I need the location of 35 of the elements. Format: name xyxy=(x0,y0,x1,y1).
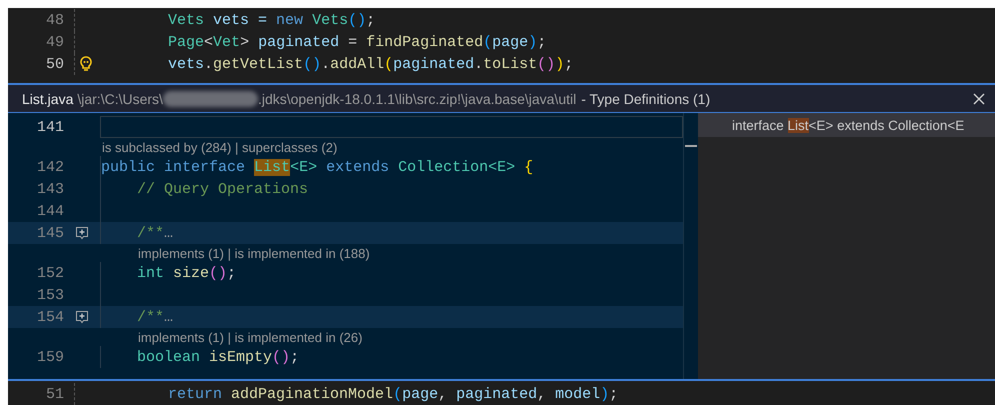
code-line: return addPaginationModel(page, paginated, model); xyxy=(167,386,618,402)
line-number: 142 xyxy=(36,158,64,176)
codelens-link[interactable]: implements (1) | is implemented in (26) xyxy=(138,330,362,344)
code-line: vets.getVetList().addAll(paginated.toList()); xyxy=(167,56,574,72)
code-line: /**… xyxy=(136,224,174,242)
line-number: 144 xyxy=(36,202,64,220)
line-number: 143 xyxy=(36,180,64,198)
unfold-icon[interactable] xyxy=(75,310,89,324)
codelens-link[interactable]: is subclassed by (284) | superclasses (2) xyxy=(102,140,338,154)
line-number: 159 xyxy=(36,348,64,366)
peek-title: - Type Definitions (1) xyxy=(581,90,710,106)
codelens-link[interactable]: implements (1) | is implemented in (188) xyxy=(138,246,370,260)
file-name[interactable]: List.java xyxy=(22,90,74,106)
code-line: Page<Vet> paginated = findPaginated(page); xyxy=(167,34,546,50)
line-number: 152 xyxy=(36,264,64,282)
unfold-icon[interactable] xyxy=(75,226,89,240)
line-number: 141 xyxy=(36,118,64,136)
close-icon[interactable] xyxy=(973,92,985,104)
line-number: 48 xyxy=(44,12,64,28)
line-number: 50 xyxy=(44,56,64,72)
code-line: // Query Operations xyxy=(136,180,308,198)
lightbulb-icon[interactable] xyxy=(78,56,92,72)
line-number: 154 xyxy=(36,308,64,326)
code-line: boolean isEmpty(); xyxy=(136,348,300,366)
code-line: /**… xyxy=(136,308,174,326)
code-line: Vets vets = new Vets(); xyxy=(167,12,376,28)
line-number: 49 xyxy=(44,34,64,50)
reference-item[interactable]: interface List<E> extends Collection<E xyxy=(698,113,995,137)
file-path: \jar:\C:\Users\ xyxy=(77,90,163,106)
line-number: 145 xyxy=(36,224,64,242)
file-path: .jdks\openjdk-18.0.1.1\lib\src.zip!\java.base\java\util xyxy=(258,90,576,106)
line-number: 153 xyxy=(36,286,64,304)
code-line: int size(); xyxy=(136,264,236,282)
code-line: public interface List<E> extends Collection<E> { xyxy=(101,158,534,176)
line-number: 51 xyxy=(44,386,64,402)
